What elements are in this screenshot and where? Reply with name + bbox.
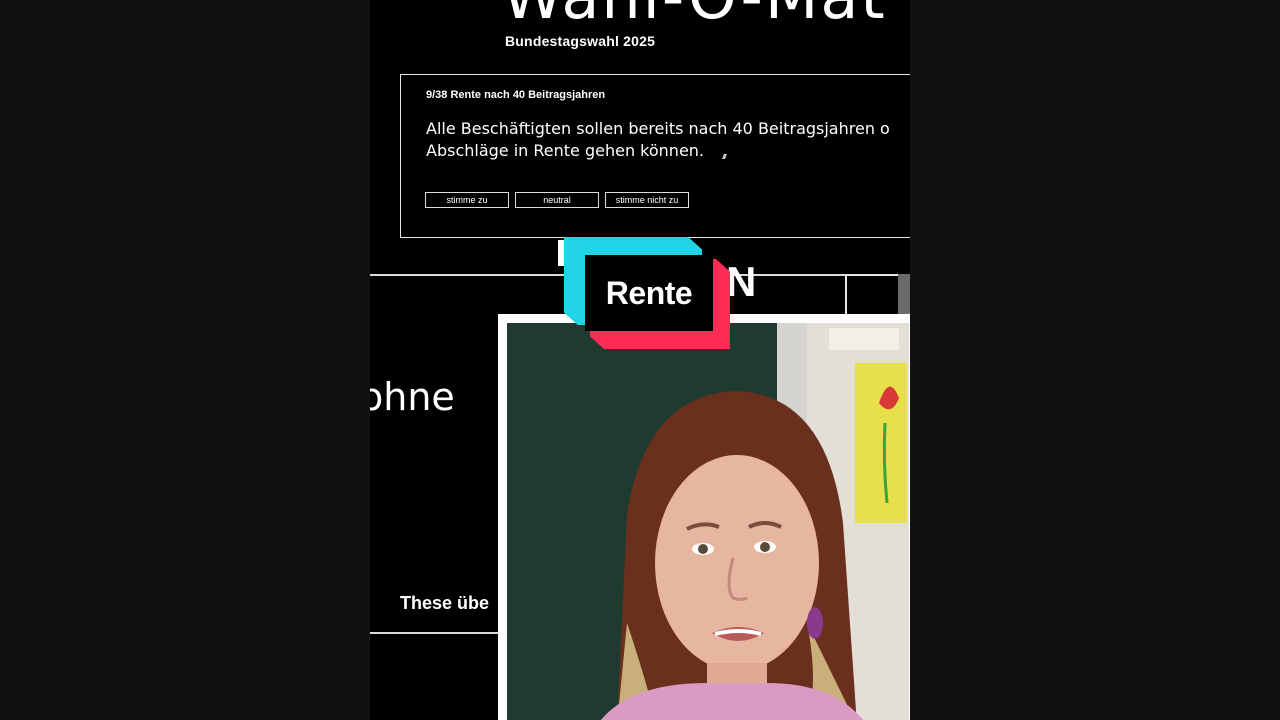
speaker-video [507,323,909,720]
neutral-button[interactable]: neutral [515,192,599,208]
these-label: These übe [400,593,490,613]
thesis-card: 9/38 Rente nach 40 Beitragsjahren Alle B… [400,74,910,238]
thesis-text: Alle Beschäftigten sollen bereits nach 4… [426,119,890,160]
vote-button-row: stimme zu neutral stimme nicht zu [425,192,689,208]
speaker-image [507,323,909,720]
grey-strip [898,274,910,314]
speaker-video-panel [498,314,910,720]
page-subtitle: Bundestagswahl 2025 [505,33,656,49]
topic-badge: Rente [564,237,732,349]
disagree-button[interactable]: stimme nicht zu [605,192,689,208]
agree-button[interactable]: stimme zu [425,192,509,208]
thesis-label: 9/38 Rente nach 40 Beitragsjahren [426,89,606,101]
page-title: Wahl-O-Mat [502,0,887,28]
video-frame: Wahl-O-Mat Bundestagswahl 2025 9/38 Rent… [370,0,910,720]
corner-box [845,274,905,316]
badge-label: Rente [605,274,693,311]
partial-thesis-text: ohne [370,375,455,419]
